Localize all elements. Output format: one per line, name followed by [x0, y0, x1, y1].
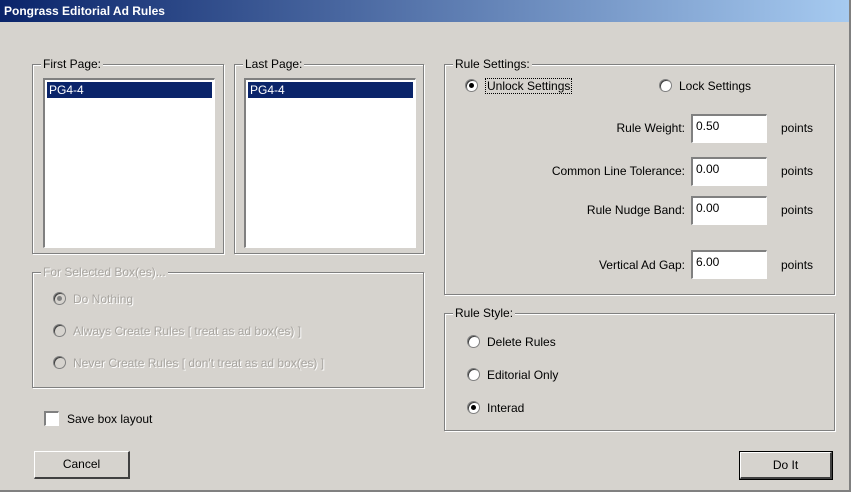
window-title: Pongrass Editorial Ad Rules: [4, 4, 165, 18]
checkbox-icon: [44, 411, 59, 427]
radio-unchecked-icon: [467, 368, 480, 382]
save-box-layout-label: Save box layout: [67, 412, 153, 426]
rule-nudge-band-units: points: [781, 203, 814, 217]
always-create-rules-label: Always Create Rules [ treat as ad box(es…: [73, 324, 302, 338]
do-it-button[interactable]: Do It: [739, 451, 833, 480]
selected-boxes-legend: For Selected Box(es)...: [41, 265, 168, 279]
lock-settings-radio[interactable]: Lock Settings: [659, 78, 751, 94]
interad-radio[interactable]: Interad: [467, 400, 524, 416]
never-create-rules-radio[interactable]: Never Create Rules [ don't treat as ad b…: [53, 355, 324, 371]
radio-unchecked-icon: [467, 335, 480, 349]
rule-weight-label: Rule Weight:: [616, 121, 685, 135]
rule-settings-legend: Rule Settings:: [453, 57, 532, 71]
first-page-legend: First Page:: [41, 57, 104, 71]
interad-label: Interad: [487, 401, 525, 415]
never-create-rules-label: Never Create Rules [ don't treat as ad b…: [73, 356, 325, 370]
cancel-button[interactable]: Cancel: [34, 451, 130, 479]
rule-nudge-band-input[interactable]: 0.00: [691, 196, 767, 225]
radio-checked-icon: [465, 79, 478, 93]
rule-nudge-band-label: Rule Nudge Band:: [586, 203, 685, 217]
vertical-ad-gap-units: points: [781, 258, 814, 272]
vertical-ad-gap-input[interactable]: 6.00: [691, 250, 767, 279]
save-box-layout-checkbox[interactable]: Save box layout: [44, 411, 152, 427]
last-page-group: Last Page: PG4-4: [234, 57, 424, 254]
do-nothing-radio[interactable]: Do Nothing: [53, 291, 133, 307]
radio-unchecked-icon: [659, 79, 672, 93]
radio-unchecked-icon: [53, 356, 66, 370]
title-bar: Pongrass Editorial Ad Rules: [0, 0, 849, 22]
selected-boxes-group: For Selected Box(es)... Do Nothing Alway…: [32, 265, 424, 388]
lock-settings-label: Lock Settings: [679, 79, 752, 93]
last-page-legend: Last Page:: [243, 57, 305, 71]
common-line-tolerance-units: points: [781, 164, 814, 178]
dialog-window: Pongrass Editorial Ad Rules First Page: …: [0, 0, 851, 492]
first-page-listbox[interactable]: PG4-4: [43, 78, 215, 248]
list-item[interactable]: PG4-4: [47, 82, 212, 98]
rule-style-legend: Rule Style:: [453, 306, 516, 320]
radio-checked-icon: [467, 401, 480, 415]
editorial-only-label: Editorial Only: [487, 368, 559, 382]
delete-rules-radio[interactable]: Delete Rules: [467, 334, 556, 350]
rule-style-group: Rule Style: Delete Rules Editorial Only …: [444, 306, 835, 431]
do-nothing-label: Do Nothing: [73, 292, 134, 306]
editorial-only-radio[interactable]: Editorial Only: [467, 367, 558, 383]
vertical-ad-gap-label: Vertical Ad Gap:: [598, 258, 685, 272]
delete-rules-label: Delete Rules: [487, 335, 556, 349]
always-create-rules-radio[interactable]: Always Create Rules [ treat as ad box(es…: [53, 323, 301, 339]
unlock-settings-label: Unlock Settings: [485, 78, 573, 94]
rule-settings-group: Rule Settings: Unlock Settings Lock Sett…: [444, 57, 835, 295]
radio-unchecked-icon: [53, 324, 66, 338]
last-page-listbox[interactable]: PG4-4: [244, 78, 416, 248]
rule-weight-units: points: [781, 121, 814, 135]
first-page-group: First Page: PG4-4: [32, 57, 224, 254]
rule-weight-input[interactable]: 0.50: [691, 114, 767, 143]
list-item[interactable]: PG4-4: [248, 82, 413, 98]
radio-checked-icon: [53, 292, 66, 306]
unlock-settings-radio[interactable]: Unlock Settings: [465, 78, 573, 94]
common-line-tolerance-input[interactable]: 0.00: [691, 157, 767, 186]
common-line-tolerance-label: Common Line Tolerance:: [551, 164, 685, 178]
